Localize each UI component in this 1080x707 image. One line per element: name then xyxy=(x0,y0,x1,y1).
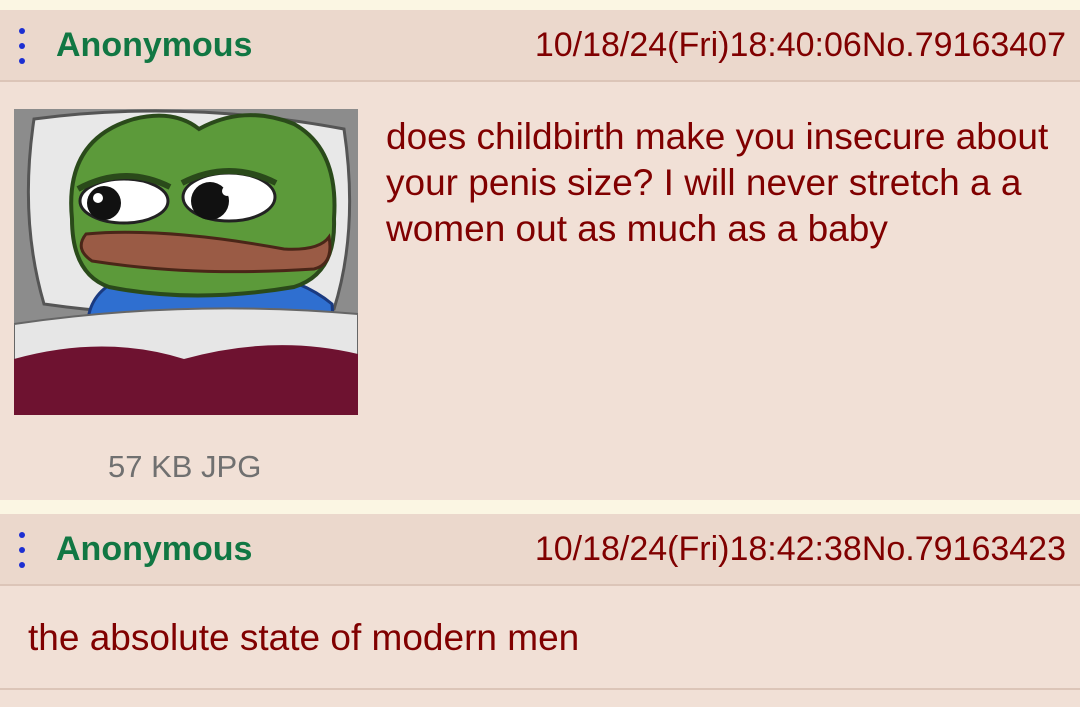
post-image-thumbnail[interactable] xyxy=(14,109,358,415)
file-info[interactable]: 57 KB JPG xyxy=(108,448,261,486)
post-menu-icon[interactable] xyxy=(17,532,27,568)
poster-name[interactable]: Anonymous xyxy=(56,25,252,65)
post: Anonymous 10/18/24(Fri)18:40:06No.791634… xyxy=(0,10,1080,500)
post: Anonymous 10/18/24(Fri)18:42:38No.791634… xyxy=(0,514,1080,707)
post-datetime: 10/18/24(Fri)18:40:06 xyxy=(534,26,862,64)
post-header: Anonymous 10/18/24(Fri)18:40:06No.791634… xyxy=(0,10,1080,82)
post-meta: 10/18/24(Fri)18:42:38No.79163423 xyxy=(535,529,1066,569)
divider xyxy=(0,688,1080,690)
post-datetime: 10/18/24(Fri)18:42:38 xyxy=(534,530,862,568)
post-menu-icon[interactable] xyxy=(17,28,27,64)
poster-name[interactable]: Anonymous xyxy=(56,529,252,569)
post-meta: 10/18/24(Fri)18:40:06No.79163407 xyxy=(535,25,1066,65)
post-comment: does childbirth make you insecure about … xyxy=(386,116,1049,249)
post-header: Anonymous 10/18/24(Fri)18:42:38No.791634… xyxy=(0,514,1080,586)
post-number[interactable]: No.79163407 xyxy=(862,26,1066,64)
post-number[interactable]: No.79163423 xyxy=(862,530,1066,568)
pepe-frog-icon xyxy=(14,109,358,415)
post-comment: the absolute state of modern men xyxy=(28,617,580,658)
